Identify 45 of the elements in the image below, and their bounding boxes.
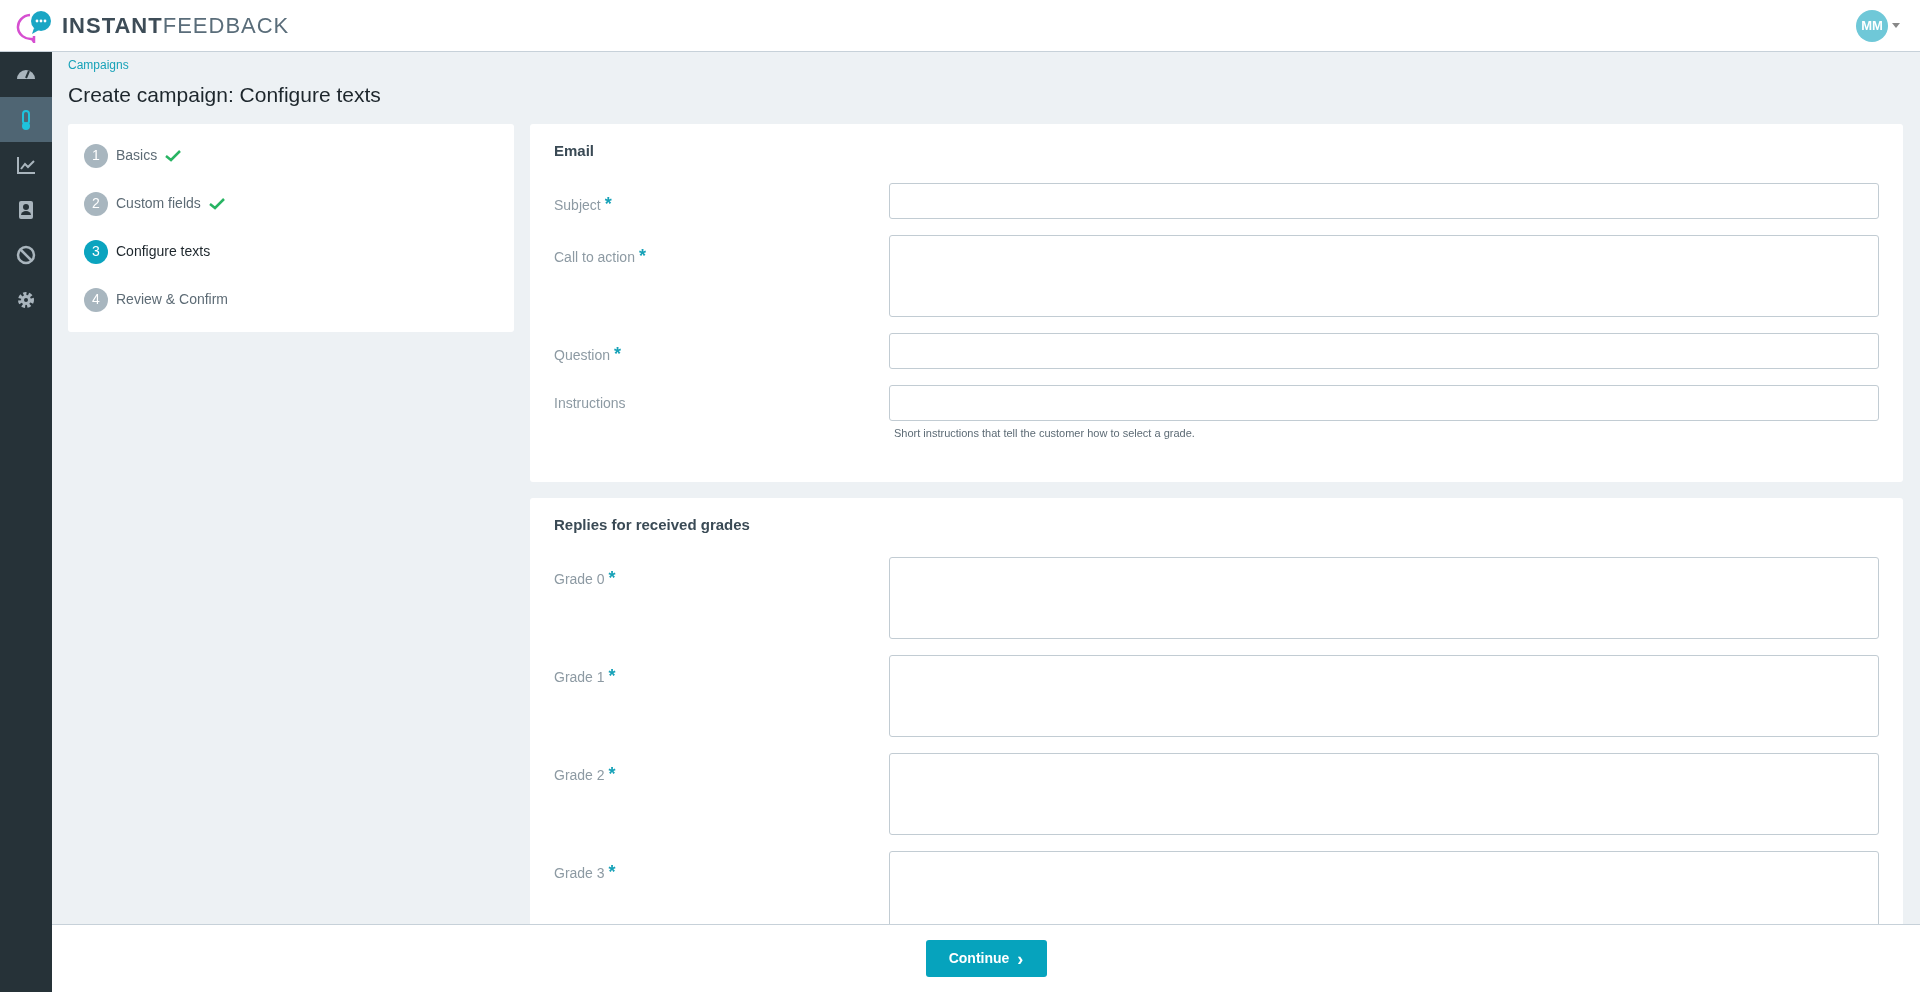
logo-text: INSTANTFEEDBACK: [62, 12, 290, 41]
step-number: 1: [84, 143, 108, 168]
field-label: Instructions: [554, 394, 627, 413]
text-area[interactable]: [889, 655, 1879, 737]
step-number: 4: [84, 287, 108, 312]
ban-icon: [15, 243, 37, 266]
page-title: Create campaign: Configure texts: [68, 82, 382, 108]
field-label: Question: [554, 346, 611, 365]
step-item[interactable]: 1 Basics: [84, 131, 498, 180]
required-mark: *: [608, 862, 616, 882]
caret-icon[interactable]: [1892, 23, 1900, 29]
step-label: Custom fields: [116, 194, 201, 213]
help-text: Short instructions that tell the customer how to select a grade.: [894, 426, 1196, 441]
step-number: 2: [84, 191, 108, 216]
step-label: Review & Confirm: [116, 290, 229, 309]
text-area[interactable]: [889, 851, 1879, 924]
field-label: Subject: [554, 196, 601, 215]
required-mark: *: [604, 194, 612, 214]
required-mark: *: [638, 246, 646, 266]
continue-button[interactable]: Continue ›: [925, 940, 1047, 977]
field-label: Grade 2: [554, 766, 605, 785]
required-mark: *: [608, 666, 616, 686]
text-area[interactable]: [889, 753, 1879, 835]
field-label: Grade 3: [554, 864, 605, 883]
section-title: Replies for received grades: [554, 514, 751, 535]
field-label: Grade 1: [554, 668, 605, 687]
text-area[interactable]: [889, 557, 1879, 639]
step-label: Basics: [116, 146, 158, 165]
text-area[interactable]: [889, 235, 1879, 317]
step-item[interactable]: 3 Configure texts: [84, 227, 498, 276]
sidebar-item[interactable]: [0, 97, 52, 143]
field-label: Call to action: [554, 248, 635, 267]
step-number: 3: [84, 239, 108, 264]
chevron-icon: ›: [1017, 949, 1024, 968]
step-item[interactable]: 2 Custom fields: [84, 179, 498, 228]
required-mark: *: [608, 568, 616, 588]
input-field[interactable]: [889, 385, 1879, 421]
step-label: Configure texts: [116, 242, 211, 261]
required-mark: *: [608, 764, 616, 784]
field-label: Grade 0: [554, 570, 605, 589]
step-item[interactable]: 4 Review & Confirm: [84, 275, 498, 324]
required-mark: *: [614, 344, 622, 364]
section-title: Email: [554, 140, 596, 161]
input-field[interactable]: [889, 183, 1879, 219]
input-field[interactable]: [889, 333, 1879, 369]
